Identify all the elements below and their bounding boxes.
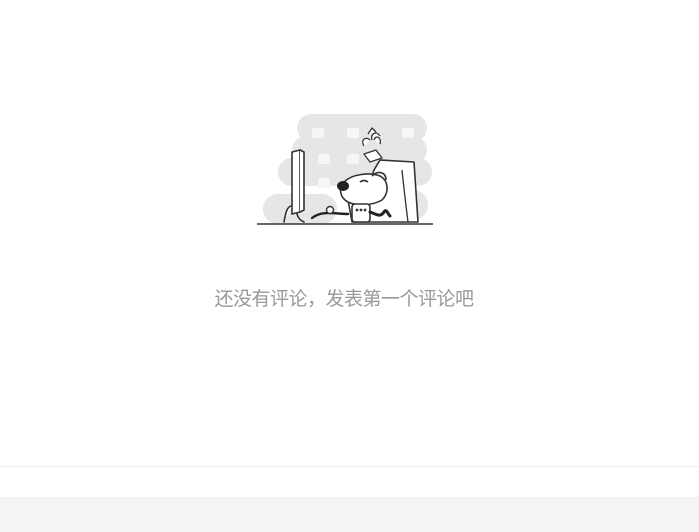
comments-panel: 还没有评论，发表第一个评论吧	[0, 0, 699, 532]
no-comments-illustration-icon	[257, 114, 433, 225]
empty-comments-message: 还没有评论，发表第一个评论吧	[214, 288, 474, 310]
footer-band	[0, 497, 699, 532]
comments-empty-state: 还没有评论，发表第一个评论吧	[0, 0, 699, 466]
section-divider	[0, 466, 699, 467]
